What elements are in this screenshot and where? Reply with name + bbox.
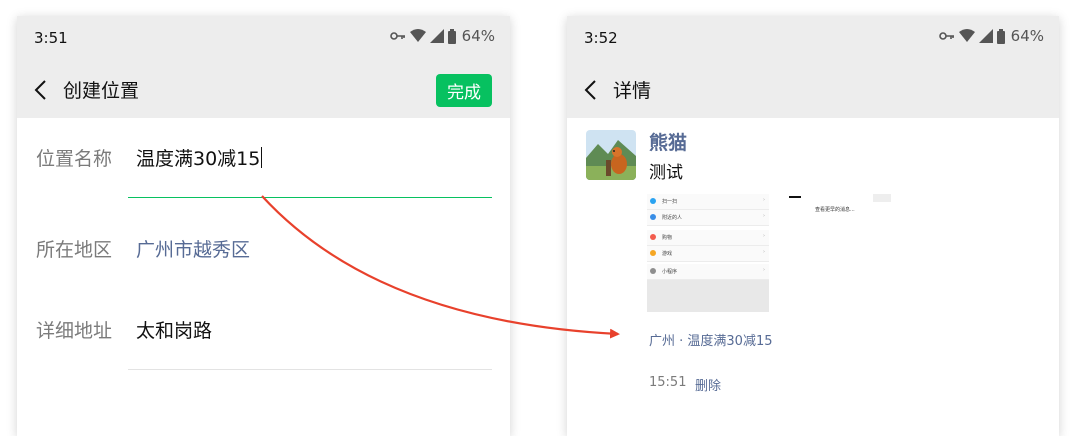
nearby-icon <box>650 214 656 220</box>
battery-percent: 64% <box>1010 27 1044 45</box>
signal-icon <box>429 29 444 43</box>
scan-icon <box>650 198 656 204</box>
wifi-icon <box>958 29 975 42</box>
region-value[interactable]: 广州市越秀区 <box>136 235 250 262</box>
chevron-right-icon: › <box>763 267 765 273</box>
status-time: 3:51 <box>34 29 68 47</box>
battery-percent: 64% <box>461 27 495 45</box>
post-image-thumbnail-2[interactable]: 查看更早的消息... <box>773 194 913 234</box>
post-text: 测试 <box>649 163 683 183</box>
key-icon <box>389 32 405 40</box>
post-location-link[interactable]: 广州 · 温度满30减15 <box>649 330 772 349</box>
thumb-block <box>873 194 891 202</box>
chevron-right-icon: › <box>763 197 765 203</box>
delete-link[interactable]: 删除 <box>695 375 721 394</box>
shopping-icon <box>650 234 656 240</box>
status-time: 3:52 <box>584 29 618 47</box>
avatar[interactable] <box>586 130 636 180</box>
post-time: 15:51 <box>649 375 687 390</box>
thumb-side-text: 查看更早的消息... <box>815 207 855 213</box>
create-location-screen: 3:51 64% 创建位置 完成 位置名称 温度满30减15 所在地区 广州市越… <box>17 16 510 436</box>
status-icons: 64% <box>938 27 1044 45</box>
location-name-input[interactable]: 温度满30减15 <box>136 144 263 171</box>
address-label: 详细地址 <box>36 320 113 342</box>
back-arrow-icon[interactable] <box>581 77 603 103</box>
thumb-blank-area <box>647 280 769 312</box>
region-row[interactable]: 所在地区 广州市越秀区 <box>17 209 510 289</box>
thumb-menu-item: 购物 › <box>647 230 769 246</box>
thumb-bar <box>789 196 801 198</box>
battery-icon <box>996 28 1005 44</box>
mini-program-icon <box>650 268 656 274</box>
post-author-name[interactable]: 熊猫 <box>649 128 687 155</box>
text-caret <box>261 147 263 168</box>
wifi-icon <box>409 29 426 42</box>
battery-icon <box>447 28 456 44</box>
game-icon <box>650 250 656 256</box>
signal-icon <box>978 29 993 43</box>
address-input[interactable]: 太和岗路 <box>136 316 212 343</box>
panda-avatar-icon <box>586 130 636 180</box>
thumb-menu-item: 附近的人 › <box>647 210 769 226</box>
thumb-menu-item: 游戏 › <box>647 246 769 262</box>
input-underline <box>128 197 492 198</box>
chevron-right-icon: › <box>763 249 765 255</box>
post-detail-screen: 3:52 64% 详情 熊猫 测试 扫一扫 › 附近的人 › 购物 › 游戏 › 小程序… <box>567 16 1059 436</box>
thumb-menu-item: 扫一扫 › <box>647 194 769 210</box>
key-icon <box>938 32 954 40</box>
status-bar: 3:51 64% <box>17 16 510 62</box>
region-label: 所在地区 <box>36 239 113 261</box>
post-image-thumbnail[interactable]: 扫一扫 › 附近的人 › 购物 › 游戏 › 小程序 › <box>647 194 769 314</box>
status-bar: 3:52 64% <box>567 16 1059 62</box>
location-name-row[interactable]: 位置名称 温度满30减15 <box>17 118 510 198</box>
location-name-label: 位置名称 <box>36 148 113 170</box>
back-arrow-icon[interactable] <box>31 77 53 103</box>
address-row[interactable]: 详细地址 太和岗路 <box>17 290 510 370</box>
nav-bar: 详情 <box>567 62 1059 118</box>
chevron-right-icon: › <box>763 233 765 239</box>
nav-bar: 创建位置 完成 <box>17 62 510 118</box>
chevron-right-icon: › <box>763 213 765 219</box>
done-button[interactable]: 完成 <box>436 74 492 107</box>
input-underline <box>128 369 492 370</box>
page-title: 详情 <box>613 80 652 102</box>
thumb-menu-item: 小程序 › <box>647 264 769 280</box>
page-title: 创建位置 <box>63 80 140 102</box>
status-icons: 64% <box>389 27 495 45</box>
